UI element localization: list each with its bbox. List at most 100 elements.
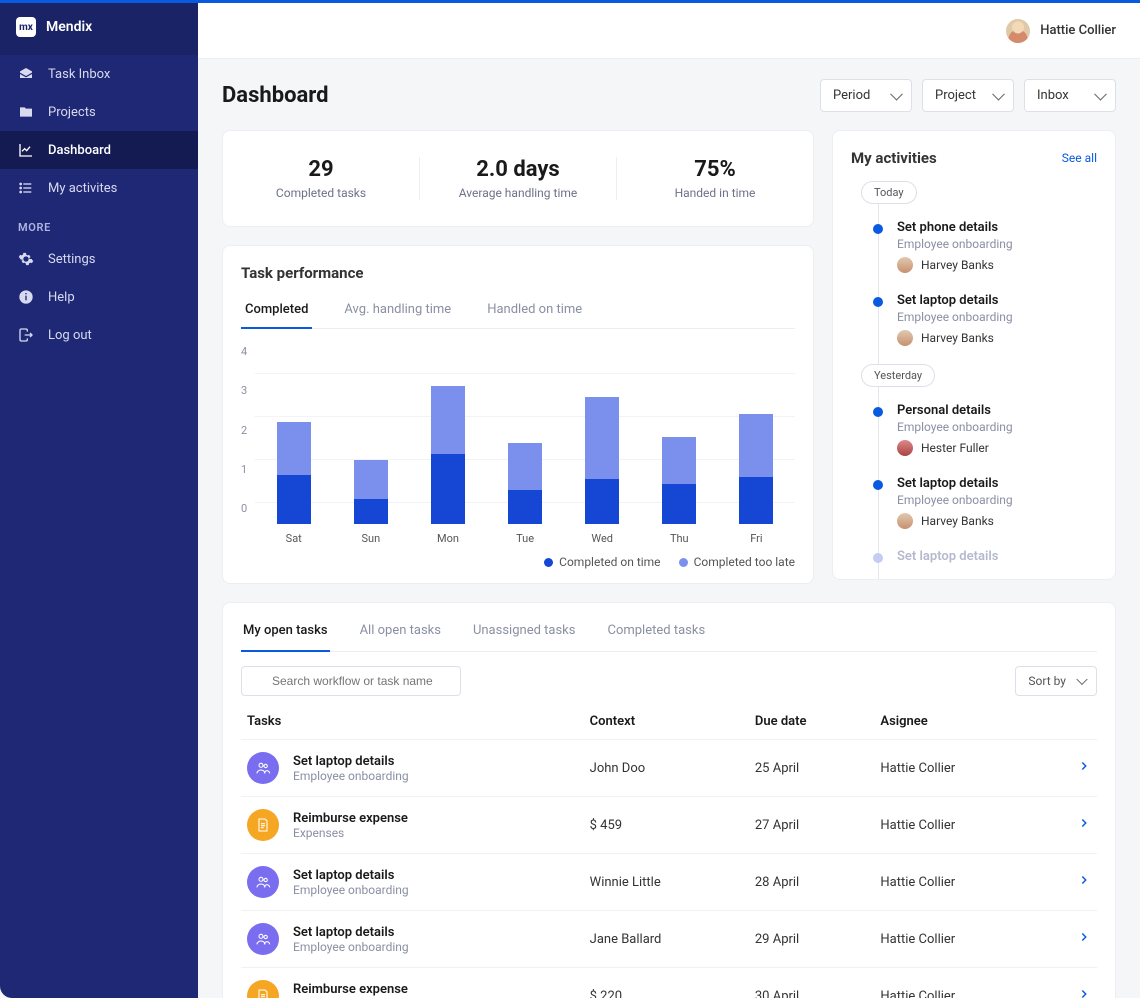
task-due: 29 April	[749, 911, 875, 968]
sidebar-item-help[interactable]: Help	[0, 278, 198, 316]
kpi-label: Handed in time	[627, 186, 803, 200]
sidebar-item-log-out[interactable]: Log out	[0, 316, 198, 354]
task-tab[interactable]: Unassigned tasks	[471, 617, 578, 651]
x-label: Fri	[750, 532, 762, 545]
task-sub: Expenses	[293, 826, 408, 840]
y-tick: 1	[241, 463, 247, 476]
sidebar: mx Mendix Task InboxProjectsDashboardMy …	[0, 3, 198, 998]
sidebar-item-label: Projects	[48, 105, 96, 120]
perf-tab[interactable]: Avg. handling time	[340, 294, 455, 328]
column-header: Asignee	[874, 704, 1045, 740]
table-row[interactable]: Set laptop detailsEmployee onboardingJoh…	[241, 740, 1097, 797]
day-pill: Yesterday	[861, 364, 935, 387]
task-type-icon	[247, 752, 279, 784]
sidebar-item-my-activites[interactable]: My activites	[0, 169, 198, 207]
task-context: John Doo	[584, 740, 749, 797]
list-icon	[18, 180, 34, 196]
sidebar-item-label: Help	[48, 290, 75, 305]
page-title: Dashboard	[222, 83, 329, 108]
activity-sub: Employee onboarding	[897, 310, 1097, 324]
activity-title: Personal details	[897, 403, 1097, 418]
task-name: Reimburse expense	[293, 982, 408, 997]
table-row[interactable]: Set laptop detailsEmployee onboardingWin…	[241, 854, 1097, 911]
bar-col: Tue	[497, 443, 554, 545]
x-label: Tue	[516, 532, 534, 545]
sort-select[interactable]: Sort by	[1015, 666, 1097, 696]
filter-inbox[interactable]: Inbox	[1024, 79, 1116, 112]
activity-person: Hester Fuller	[897, 440, 1097, 456]
perf-tab[interactable]: Completed	[241, 294, 312, 329]
sidebar-item-projects[interactable]: Projects	[0, 93, 198, 131]
brand-name: Mendix	[46, 19, 92, 35]
table-row[interactable]: Reimburse expenseExpenses$ 45927 AprilHa…	[241, 797, 1097, 854]
kpi: 2.0 daysAverage handling time	[420, 157, 617, 200]
avatar-icon	[897, 513, 913, 529]
task-assignee: Hattie Collier	[874, 968, 1045, 998]
activity-sub: Employee onboarding	[897, 237, 1097, 251]
sidebar-item-label: Task Inbox	[48, 67, 110, 82]
task-sub: Employee onboarding	[293, 883, 409, 897]
activity-item[interactable]: Personal details Employee onboarding Heste…	[865, 397, 1097, 470]
user-name: Hattie Collier	[1040, 23, 1116, 38]
sidebar-item-label: Dashboard	[48, 143, 111, 158]
activity-person: Harvey Banks	[897, 257, 1097, 273]
task-tab[interactable]: Completed tasks	[605, 617, 707, 651]
sidebar-item-dashboard[interactable]: Dashboard	[0, 131, 198, 169]
y-tick: 0	[241, 502, 247, 515]
activity-sub: Employee onboarding	[897, 420, 1097, 434]
bar-col: Thu	[651, 437, 708, 545]
timeline-dot	[873, 480, 883, 490]
table-row[interactable]: Reimburse expenseExpenses$ 22030 AprilHa…	[241, 968, 1097, 998]
activity-item[interactable]: Set laptop details	[865, 543, 1097, 578]
activity-title: Set laptop details	[897, 476, 1097, 491]
activity-item[interactable]: Set phone detailsEmployee onboardingHarv…	[865, 214, 1097, 287]
chevron-right-icon[interactable]	[1046, 797, 1097, 854]
task-due: 28 April	[749, 854, 875, 911]
task-assignee: Hattie Collier	[874, 854, 1045, 911]
search-input[interactable]	[241, 666, 461, 696]
timeline-dot	[873, 553, 883, 563]
chevron-right-icon[interactable]	[1046, 968, 1097, 998]
topbar: Hattie Collier	[198, 3, 1140, 59]
bar-col: Mon	[419, 386, 476, 545]
filter-period[interactable]: Period	[820, 79, 912, 112]
sidebar-item-settings[interactable]: Settings	[0, 240, 198, 278]
sidebar-section-more: MORE	[0, 207, 198, 240]
kpi-row: 29Completed tasks2.0 daysAverage handlin…	[222, 130, 814, 227]
kpi: 75%Handed in time	[617, 157, 813, 200]
see-all-link[interactable]: See all	[1062, 151, 1097, 165]
bar-col: Fri	[728, 414, 785, 546]
task-due: 25 April	[749, 740, 875, 797]
inbox-icon	[18, 66, 34, 82]
chevron-right-icon[interactable]	[1046, 911, 1097, 968]
y-tick: 3	[241, 384, 247, 397]
column-header: Due date	[749, 704, 875, 740]
task-tab[interactable]: All open tasks	[358, 617, 443, 651]
task-context: Jane Ballard	[584, 911, 749, 968]
sidebar-item-task-inbox[interactable]: Task Inbox	[0, 55, 198, 93]
filter-project[interactable]: Project	[922, 79, 1014, 112]
perf-tab[interactable]: Handled on time	[483, 294, 586, 328]
x-label: Sat	[286, 532, 302, 545]
x-label: Sun	[362, 532, 381, 545]
activity-item[interactable]: Set laptop detailsEmployee onboardingHar…	[865, 470, 1097, 543]
avatar	[1006, 19, 1030, 43]
user-menu[interactable]: Hattie Collier	[1006, 19, 1116, 43]
task-context: $ 220	[584, 968, 749, 998]
activity-item[interactable]: Set laptop detailsEmployee onboardingHar…	[865, 287, 1097, 360]
activities-title: My activities	[851, 149, 937, 167]
task-due: 27 April	[749, 797, 875, 854]
kpi-value: 2.0 days	[430, 157, 606, 182]
sidebar-item-label: My activites	[48, 181, 117, 196]
task-type-icon	[247, 923, 279, 955]
task-tab[interactable]: My open tasks	[241, 617, 330, 652]
table-row[interactable]: Set laptop detailsEmployee onboardingJan…	[241, 911, 1097, 968]
chevron-right-icon[interactable]	[1046, 854, 1097, 911]
logout-icon	[18, 327, 34, 343]
chevron-right-icon[interactable]	[1046, 740, 1097, 797]
folder-icon	[18, 104, 34, 120]
task-assignee: Hattie Collier	[874, 797, 1045, 854]
activity-title: Set laptop details	[897, 293, 1097, 308]
legend-too-late: Completed too late	[679, 555, 795, 569]
day-pill: Today	[861, 181, 917, 204]
